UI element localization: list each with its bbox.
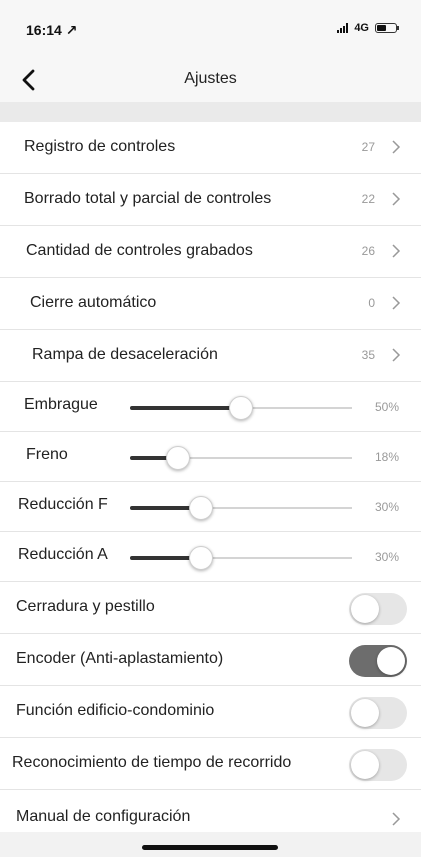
toggle-row-encoder: Encoder (Anti-aplastamiento): [0, 634, 421, 686]
slider-value: 30%: [374, 500, 399, 514]
toggle-label: Reconocimiento de tiempo de recorrido: [12, 754, 292, 771]
menu-row-value: 35: [361, 348, 375, 362]
slider-thumb[interactable]: [229, 396, 253, 420]
toggle-label: Cerradura y pestillo: [16, 598, 155, 615]
menu-row-label: Rampa de desaceleración: [32, 346, 218, 363]
menu-row-value: 27: [361, 140, 375, 154]
chevron-right-icon: [391, 810, 401, 828]
toggle-row-cerradura: Cerradura y pestillo: [0, 582, 421, 634]
menu-row-value: 22: [361, 192, 375, 206]
toggle-row-edificio: Función edificio-condominio: [0, 686, 421, 738]
page-title: Ajustes: [184, 70, 237, 87]
status-bar: 16:14 ↗ 4G: [0, 0, 421, 58]
chevron-right-icon: [391, 190, 401, 208]
menu-row-value: 0: [368, 296, 375, 310]
slider-fill: [130, 406, 241, 410]
home-indicator[interactable]: [142, 845, 278, 850]
edificio-toggle[interactable]: [349, 697, 407, 729]
slider-value: 30%: [374, 550, 399, 564]
slider-value: 18%: [374, 450, 399, 464]
menu-row-label: Cantidad de controles grabados: [26, 242, 253, 259]
slider-thumb[interactable]: [189, 546, 214, 570]
nav-bar: Ajustes: [0, 58, 421, 102]
status-time: 16:14 ↗: [26, 22, 78, 38]
section-separator: [0, 102, 421, 122]
slider-row-reduccion-a: Reducción A 30%: [0, 532, 421, 582]
chevron-right-icon: [391, 242, 401, 260]
slider-thumb[interactable]: [189, 496, 214, 520]
settings-list: Registro de controles 27 Borrado total y…: [0, 122, 421, 846]
slider-label: Reducción F: [18, 496, 108, 513]
toggle-label: Función edificio-condominio: [16, 702, 215, 719]
status-indicators: 4G: [337, 22, 399, 34]
slider-thumb[interactable]: [165, 446, 190, 470]
menu-row-label: Manual de configuración: [16, 808, 191, 825]
network-label: 4G: [354, 22, 369, 34]
slider-label: Freno: [26, 446, 68, 463]
menu-row-cantidad[interactable]: Cantidad de controles grabados 26: [0, 226, 421, 278]
toggle-knob: [351, 699, 379, 727]
reconocimiento-toggle[interactable]: [349, 749, 407, 781]
toggle-knob: [351, 751, 379, 779]
signal-icon: [337, 23, 349, 33]
menu-row-cierre[interactable]: Cierre automático 0: [0, 278, 421, 330]
battery-icon: [375, 23, 399, 33]
menu-row-registro[interactable]: Registro de controles 27: [0, 122, 421, 174]
menu-row-value: 26: [361, 244, 375, 258]
menu-row-borrado[interactable]: Borrado total y parcial de controles 22: [0, 174, 421, 226]
cerradura-toggle[interactable]: [349, 593, 407, 625]
menu-row-label: Cierre automático: [30, 294, 157, 311]
toggle-row-reconocimiento: Reconocimiento de tiempo de recorrido: [0, 738, 421, 790]
menu-row-label: Borrado total y parcial de controles: [24, 190, 272, 207]
slider-label: Embrague: [24, 396, 98, 413]
slider-row-reduccion-f: Reducción F 30%: [0, 482, 421, 532]
toggle-knob: [377, 647, 405, 675]
toggle-label: Encoder (Anti-aplastamiento): [16, 650, 224, 667]
toggle-knob: [351, 595, 379, 623]
encoder-toggle[interactable]: [349, 645, 407, 677]
chevron-right-icon: [391, 138, 401, 156]
menu-row-label: Registro de controles: [24, 138, 176, 155]
slider-label: Reducción A: [18, 546, 108, 563]
slider-value: 50%: [374, 400, 399, 414]
chevron-right-icon: [391, 346, 401, 364]
menu-row-rampa[interactable]: Rampa de desaceleración 35: [0, 330, 421, 382]
chevron-right-icon: [391, 294, 401, 312]
slider-row-embrague: Embrague 50%: [0, 382, 421, 432]
slider-row-freno: Freno 18%: [0, 432, 421, 482]
